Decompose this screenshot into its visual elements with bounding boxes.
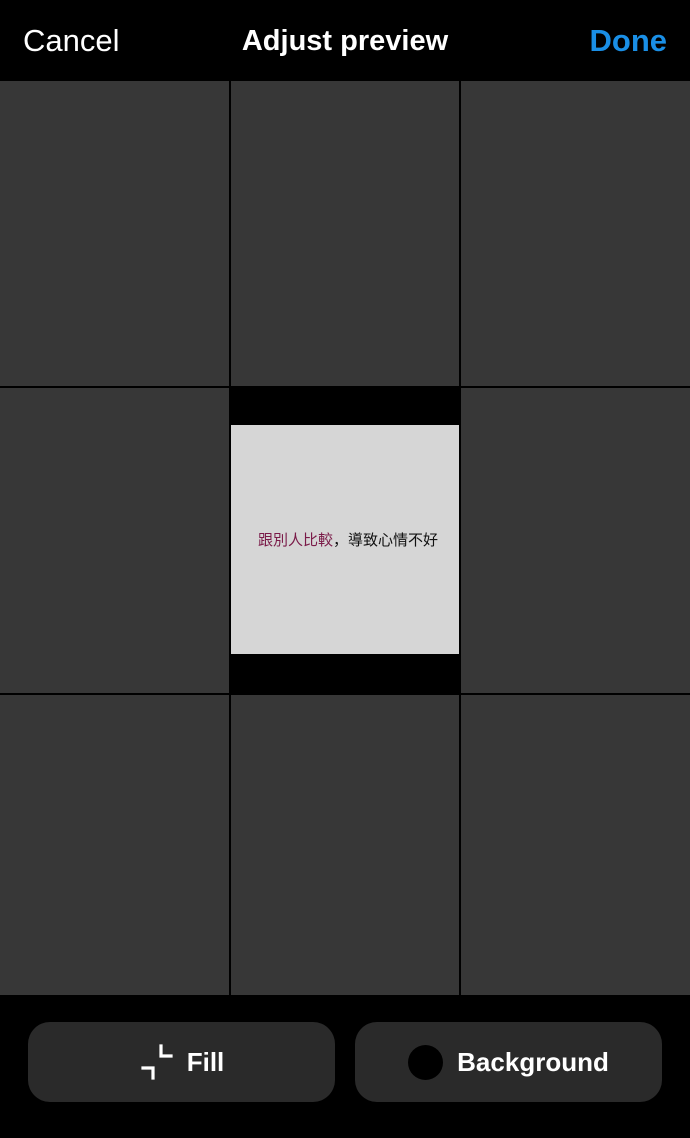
bottom-toolbar: Fill Background <box>0 995 690 1138</box>
fill-icon <box>141 1044 173 1080</box>
top-bar: Cancel Adjust preview Done <box>0 0 690 81</box>
caption-highlight: 跟別人比較 <box>257 530 333 549</box>
preview-image[interactable]: 跟別人比較，導致心情不好 <box>231 425 459 654</box>
preview-grid[interactable]: 跟別人比較，導致心情不好 <box>0 81 690 995</box>
caption-text: ，導致心情不好 <box>333 530 439 549</box>
grid-cell <box>0 388 229 693</box>
preview-caption: 跟別人比較，導致心情不好 <box>258 530 438 550</box>
grid-cell <box>461 695 690 995</box>
grid-cell <box>0 81 229 386</box>
grid-cell <box>231 695 459 995</box>
fill-button[interactable]: Fill <box>28 1022 335 1102</box>
background-label: Background <box>457 1047 609 1077</box>
grid-cell <box>231 81 459 386</box>
background-button[interactable]: Background <box>355 1022 662 1102</box>
preview-frame[interactable]: 跟別人比較，導致心情不好 <box>231 388 459 692</box>
grid-cell <box>461 388 690 693</box>
fill-label: Fill <box>186 1047 225 1077</box>
page-title: Adjust preview <box>241 25 449 57</box>
grid-cell <box>0 695 229 995</box>
background-color-swatch <box>408 1044 444 1080</box>
grid-cell <box>461 81 690 386</box>
done-button[interactable]: Done <box>590 22 668 60</box>
